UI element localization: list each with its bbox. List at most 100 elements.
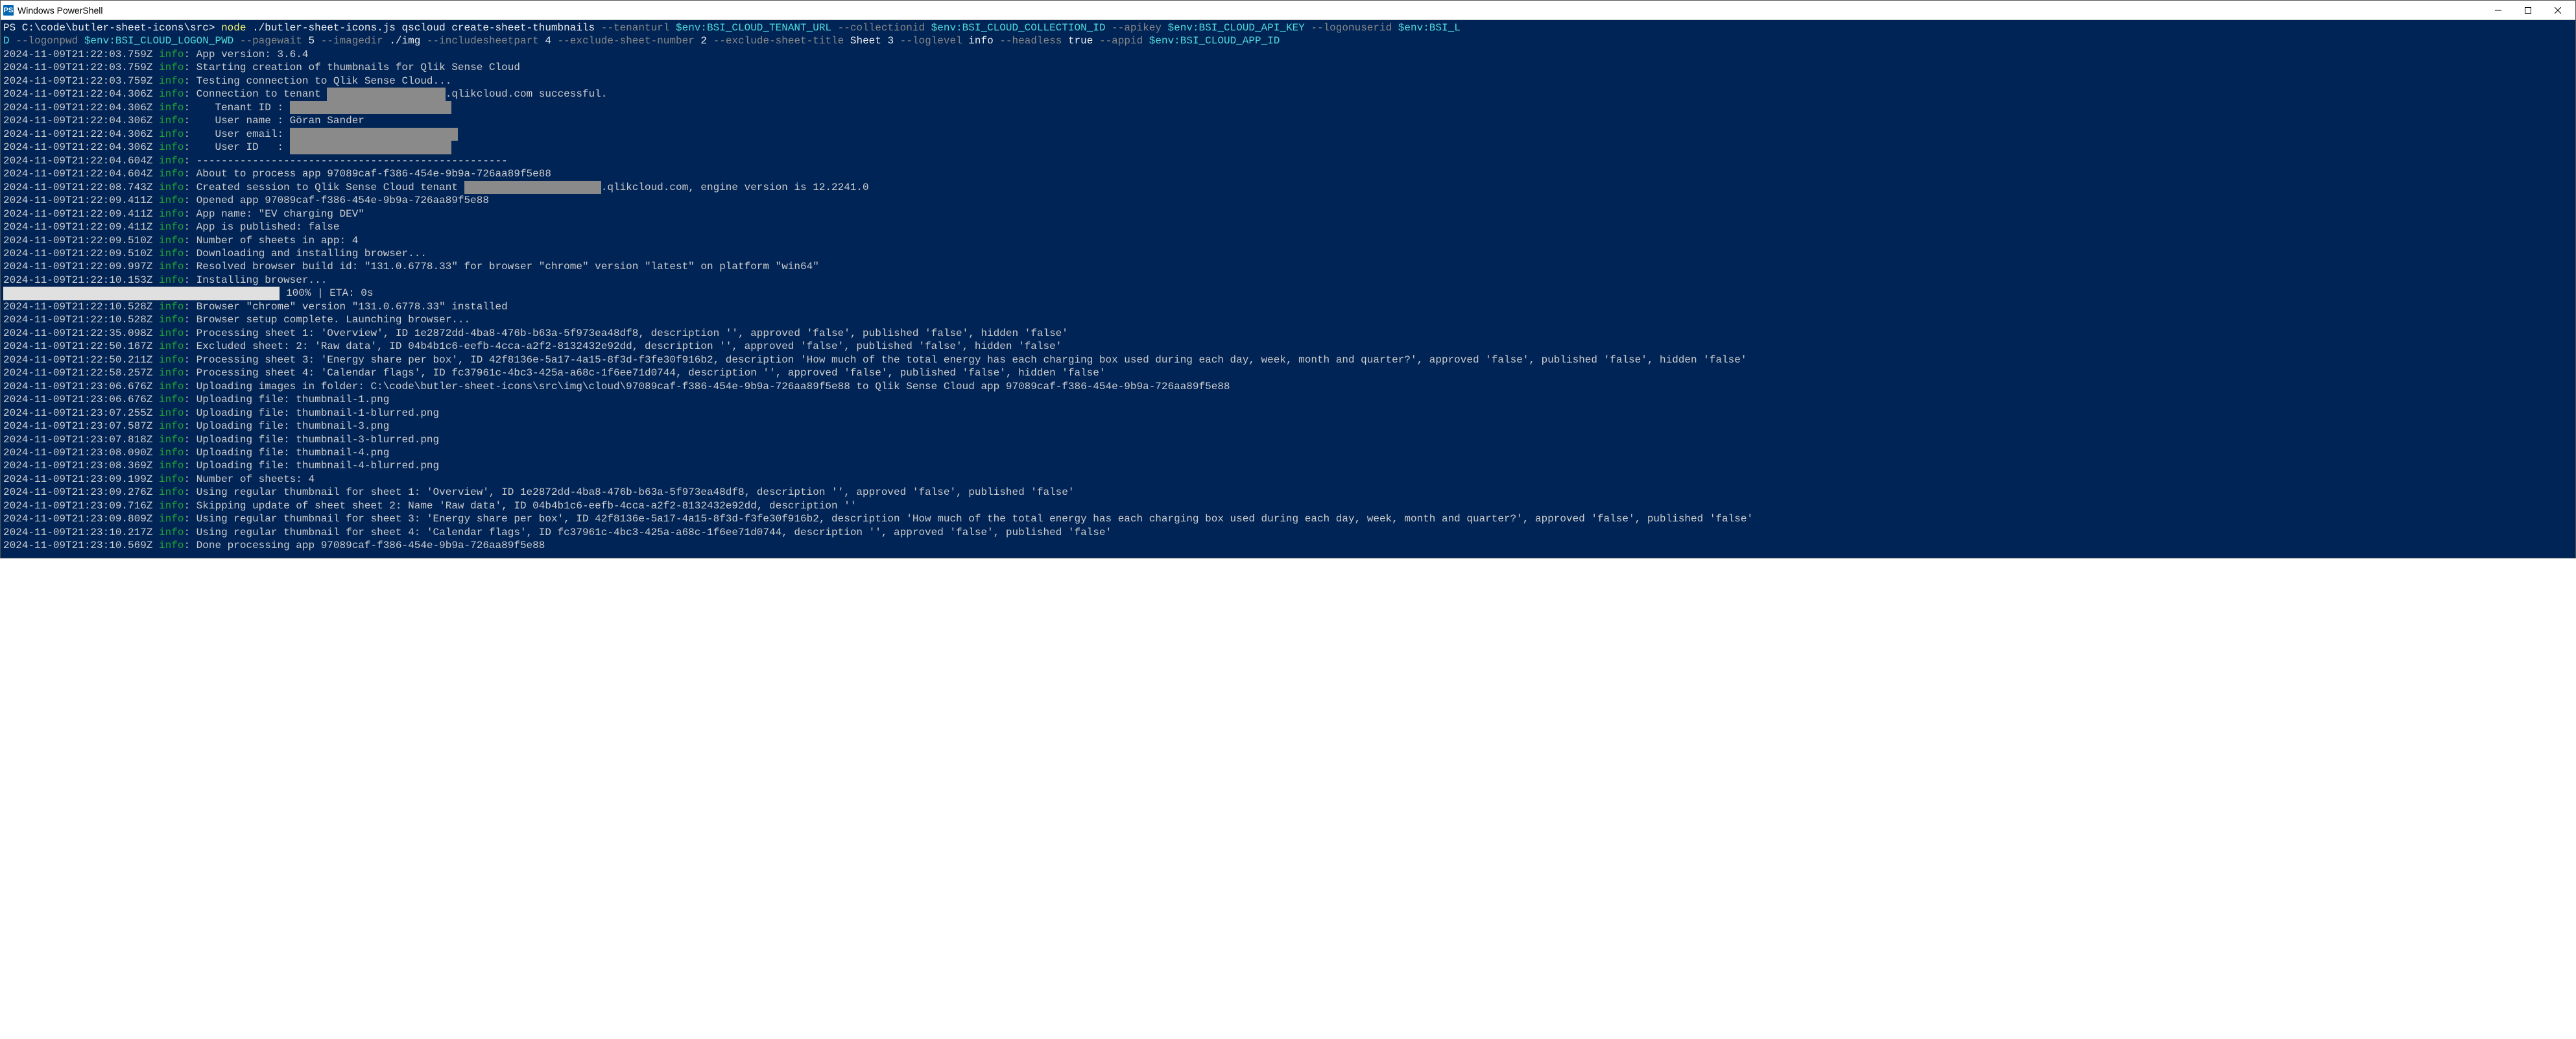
minimize-button[interactable] [2483,1,2513,20]
cmd-opt: --exclude-sheet-title [713,35,850,47]
log-line: 2024-11-09T21:22:09.997Z info: Resolved … [3,260,2573,273]
log-level: info [159,473,184,485]
log-level: info [159,141,184,153]
cmd-val: info [968,35,999,47]
redacted-value [290,141,452,154]
command-line: PS C:\code\butler-sheet-icons\src> node … [3,21,2573,34]
redacted-value [290,101,452,114]
log-level: info [159,527,184,538]
log-timestamp: 2024-11-09T21:23:09.716Z [3,500,159,512]
log-level: info [159,128,184,140]
cmd-val: 5 [309,35,321,47]
log-timestamp: 2024-11-09T21:22:10.153Z [3,274,159,286]
log-timestamp: 2024-11-09T21:22:09.411Z [3,221,159,233]
log-level: info [159,301,184,313]
log-line: 2024-11-09T21:23:06.676Z info: Uploading… [3,380,2573,393]
log-timestamp: 2024-11-09T21:23:07.587Z [3,420,159,432]
log-message: Processing sheet 4: 'Calendar flags', ID… [197,367,1106,379]
log-line: 2024-11-09T21:22:10.153Z info: Installin… [3,274,2573,287]
log-line: 2024-11-09T21:22:50.167Z info: Excluded … [3,340,2573,353]
cmd-envvar: $env:BSI_CLOUD_COLLECTION_ID [931,22,1112,34]
log-line: 2024-11-09T21:22:04.306Z info: Tenant ID… [3,101,2573,114]
log-message: Connection to tenant [197,88,328,100]
log-level: info [159,407,184,419]
log-timestamp: 2024-11-09T21:23:09.809Z [3,513,159,525]
log-message: App is published: false [197,221,340,233]
log-timestamp: 2024-11-09T21:23:06.676Z [3,381,159,392]
prompt: PS C:\code\butler-sheet-icons\src> [3,22,221,34]
log-message: Opened app 97089caf-f386-454e-9b9a-726aa… [197,195,489,206]
log-message: Tenant ID : [197,102,290,113]
log-level: info [159,88,184,100]
terminal-output[interactable]: PS C:\code\butler-sheet-icons\src> node … [1,20,2575,558]
log-timestamp: 2024-11-09T21:22:50.211Z [3,354,159,366]
cmd-opt: --pagewait [240,35,309,47]
log-message: ----------------------------------------… [197,155,508,167]
log-level: info [159,540,184,551]
log-timestamp: 2024-11-09T21:22:04.604Z [3,168,159,180]
cmd-exe: node [221,22,246,34]
log-line: 2024-11-09T21:23:08.090Z info: Uploading… [3,446,2573,459]
maximize-button[interactable] [2513,1,2543,20]
log-timestamp: 2024-11-09T21:22:09.510Z [3,248,159,259]
log-line: 2024-11-09T21:22:09.510Z info: Downloadi… [3,247,2573,260]
log-message: Processing sheet 1: 'Overview', ID 1e287… [197,328,1068,339]
window-title: Windows PowerShell [18,5,103,16]
cmd-val: 4 [545,35,557,47]
log-message: User name : Göran Sander [197,115,364,126]
cmd-opt: --loglevel [900,35,969,47]
redacted-value [464,181,601,194]
log-line: 100% | ETA: 0s [3,287,2573,300]
log-line: 2024-11-09T21:22:04.306Z info: Connectio… [3,88,2573,101]
log-message: Uploading file: thumbnail-3.png [197,420,390,432]
redacted-value [290,128,458,141]
log-line: 2024-11-09T21:22:09.411Z info: App is pu… [3,221,2573,233]
close-button[interactable] [2543,1,2573,20]
cmd-opt: --tenanturl [601,22,676,34]
log-level: info [159,155,184,167]
log-level: info [159,235,184,246]
log-timestamp: 2024-11-09T21:22:35.098Z [3,328,159,339]
cmd-opt: --imagedir [321,35,390,47]
cmd-opt: --appid [1099,35,1149,47]
cmd-val: 2 [700,35,713,47]
log-line: 2024-11-09T21:23:07.818Z info: Uploading… [3,433,2573,446]
cmd-opt: --headless [999,35,1068,47]
log-message: Starting creation of thumbnails for Qlik… [197,62,520,73]
log-level: info [159,314,184,326]
log-line: 2024-11-09T21:23:09.199Z info: Number of… [3,473,2573,486]
log-line: 2024-11-09T21:22:09.411Z info: Opened ap… [3,194,2573,207]
log-timestamp: 2024-11-09T21:22:10.528Z [3,314,159,326]
log-message: Uploading file: thumbnail-1-blurred.png [197,407,439,419]
log-message: Downloading and installing browser... [197,248,427,259]
log-message: Done processing app 97089caf-f386-454e-9… [197,540,545,551]
log-level: info [159,182,184,193]
log-message: Uploading file: thumbnail-3-blurred.png [197,434,439,446]
log-message: Skipping update of sheet sheet 2: Name '… [197,500,857,512]
log-timestamp: 2024-11-09T21:22:03.759Z [3,62,159,73]
log-message: Created session to Qlik Sense Cloud tena… [197,182,464,193]
log-timestamp: 2024-11-09T21:23:06.676Z [3,394,159,405]
log-timestamp: 2024-11-09T21:22:03.759Z [3,75,159,87]
log-message: App name: "EV charging DEV" [197,208,364,220]
log-timestamp: 2024-11-09T21:22:04.604Z [3,155,159,167]
log-level: info [159,500,184,512]
cmd-envvar: $env:BSI_CLOUD_API_KEY [1168,22,1311,34]
log-line: 2024-11-09T21:23:06.676Z info: Uploading… [3,393,2573,406]
log-line: 2024-11-09T21:22:50.211Z info: Processin… [3,353,2573,366]
window-titlebar[interactable]: PS Windows PowerShell [1,1,2575,20]
log-timestamp: 2024-11-09T21:22:04.306Z [3,88,159,100]
log-level: info [159,394,184,405]
log-timestamp: 2024-11-09T21:23:09.276Z [3,486,159,498]
log-line: 2024-11-09T21:22:08.743Z info: Created s… [3,181,2573,194]
log-line: 2024-11-09T21:22:35.098Z info: Processin… [3,327,2573,340]
command-line-wrap: D --logonpwd $env:BSI_CLOUD_LOGON_PWD --… [3,34,2573,47]
log-timestamp: 2024-11-09T21:23:08.090Z [3,447,159,459]
log-level: info [159,274,184,286]
powershell-icon: PS [3,5,14,16]
log-line: 2024-11-09T21:22:04.306Z info: User emai… [3,128,2573,141]
cmd-envvar: $env:BSI_L [1398,22,1461,34]
log-message: Uploading file: thumbnail-4.png [197,447,390,459]
log-timestamp: 2024-11-09T21:22:04.306Z [3,141,159,153]
log-level: info [159,340,184,352]
